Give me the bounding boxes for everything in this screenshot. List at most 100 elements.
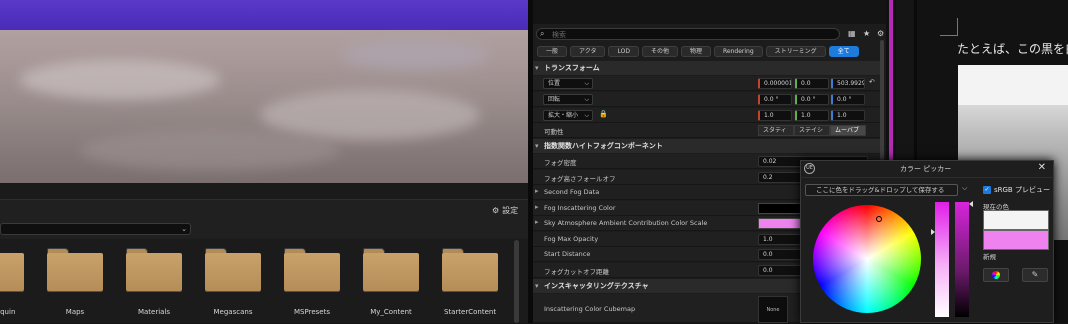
viewport-cloud [340, 40, 490, 70]
browser-scrollbar[interactable] [514, 240, 519, 323]
fog-max-opacity-label: Fog Max Opacity [544, 235, 599, 243]
second-fog-data-label: Second Fog Data [544, 188, 600, 196]
tab-all[interactable]: 全て [828, 46, 859, 57]
location-z-field[interactable]: 503.9929 [831, 78, 865, 89]
color-picker-titlebar[interactable]: UE カラー ピッカー ✕ [800, 160, 1054, 178]
viewport-sky [0, 0, 528, 30]
browser-settings-button[interactable]: ⚙ 設定 [492, 205, 518, 216]
tab-physics[interactable]: 物理 [680, 46, 711, 57]
folder-item[interactable] [442, 248, 498, 292]
document-image-top [958, 65, 1068, 105]
folder-item[interactable] [47, 248, 103, 292]
star-icon[interactable]: ★ [863, 29, 870, 38]
unreal-logo-icon: UE [804, 163, 815, 174]
details-filter-tabs: 一般 アクタ LOD その他 物理 Rendering ストリーミング 全て [537, 46, 859, 57]
tab-lod[interactable]: LOD [608, 46, 639, 57]
table-view-icon[interactable]: ▦ [848, 29, 856, 38]
browser-settings-label: 設定 [502, 206, 519, 215]
chevron-down-icon: ⌵ [584, 112, 589, 119]
start-distance-label: Start Distance [544, 250, 591, 258]
page-corner-mark [940, 18, 958, 36]
color-wheel-toggle-button[interactable] [983, 268, 1009, 282]
folder-label: StarterContent [443, 308, 497, 316]
browser-path-select[interactable]: ⌄ [0, 223, 191, 235]
color-wheel[interactable] [813, 205, 921, 313]
slider-handle-icon[interactable] [969, 201, 973, 207]
scale-y-field[interactable]: 1.0 [795, 110, 829, 121]
srgb-preview-checkbox[interactable]: ✓ sRGB プレビュー [983, 185, 1050, 195]
cubemap-thumbnail[interactable]: None [758, 296, 788, 323]
current-color-swatch [983, 210, 1049, 230]
scale-x-field[interactable]: 1.0 [758, 110, 792, 121]
fog-falloff-label: フォグ高さフォールオフ [544, 175, 616, 183]
level-viewport[interactable] [0, 0, 528, 183]
close-icon[interactable]: ✕ [1038, 162, 1046, 173]
srgb-preview-label: sRGB プレビュー [994, 186, 1050, 194]
chevron-down-icon[interactable]: ⌵ [962, 184, 967, 193]
reset-icon[interactable]: ↶ [869, 78, 875, 86]
tab-general[interactable]: 一般 [537, 46, 568, 57]
folder-label: Mannequin [0, 308, 16, 316]
details-scrollbar[interactable] [880, 40, 884, 160]
folder-item[interactable] [284, 248, 340, 292]
value-slider[interactable] [955, 202, 969, 317]
search-icon: ⌕ [540, 29, 545, 38]
transform-mobility-row: 可動性 スタティ ステイシ ムーバブ [533, 123, 881, 138]
tab-misc[interactable]: その他 [641, 46, 678, 57]
fog-cutoff-label: フォグカットオフ距離 [544, 268, 609, 276]
rotation-y-field[interactable]: 0.0 ° [795, 94, 829, 105]
folder-item[interactable] [363, 248, 419, 292]
section-transform[interactable]: トランスフォーム [533, 61, 881, 75]
folder-label: My_Content [370, 308, 412, 316]
details-header [533, 0, 886, 24]
rotation-z-field[interactable]: 0.0 ° [831, 94, 865, 105]
folder-item[interactable] [205, 248, 261, 292]
gear-icon: ⚙ [492, 206, 500, 215]
fog-inscattering-color-label: Fog Inscattering Color [544, 204, 616, 212]
scale-mode-select[interactable]: 拡大・縮小 ⌵ [543, 110, 593, 121]
folder-label: MSPresets [294, 308, 330, 316]
mobility-static[interactable]: スタティ [758, 125, 794, 136]
mobility-movable[interactable]: ムーバブ [830, 125, 866, 136]
chevron-down-icon: ⌵ [584, 80, 589, 87]
rotation-mode-select[interactable]: 回転 ⌵ [543, 94, 593, 105]
gear-icon[interactable]: ⚙ [877, 29, 884, 38]
tab-actor[interactable]: アクタ [570, 46, 606, 57]
transform-location-row: 位置 ⌵ 0.000001 0.0 503.9929 ↶ [533, 76, 881, 91]
transform-scale-row: 拡大・縮小 ⌵ 🔒 1.0 1.0 1.0 [533, 108, 881, 123]
check-icon: ✓ [983, 186, 991, 194]
viewport-cloud [260, 90, 480, 140]
chevron-down-icon: ⌵ [584, 96, 589, 103]
location-mode-select[interactable]: 位置 ⌵ [543, 78, 593, 89]
folder-item[interactable] [126, 248, 182, 292]
color-drop-area[interactable]: ここに色をドラッグ&ドロップして保存する [805, 184, 958, 196]
mobility-stationary[interactable]: ステイシ [794, 125, 830, 136]
color-picker-title: カラー ピッカー [900, 165, 952, 173]
transform-rotation-row: 回転 ⌵ 0.0 ° 0.0 ° 0.0 ° [533, 92, 881, 107]
inscattering-cubemap-label: Inscattering Color Cubemap [544, 305, 636, 313]
viewport-cloud [20, 60, 220, 100]
new-color-label: 新規 [983, 253, 996, 261]
eyedropper-button[interactable]: ✎ [1022, 268, 1048, 282]
color-wheel-selector[interactable] [876, 216, 882, 222]
folder-label: Megascans [213, 308, 253, 316]
section-exponential-height-fog[interactable]: 指数関数ハイトフォグコンポーネント [533, 139, 881, 153]
slider-handle-icon[interactable] [931, 229, 935, 235]
color-wheel-icon [992, 271, 1000, 279]
folder-label: Maps [65, 308, 85, 316]
chevron-down-icon: ⌄ [181, 225, 187, 233]
folder-item[interactable] [0, 248, 24, 292]
scale-z-field[interactable]: 1.0 [831, 110, 865, 121]
lock-icon[interactable]: 🔒 [599, 110, 608, 118]
location-y-field[interactable]: 0.0 [795, 78, 829, 89]
tab-rendering[interactable]: Rendering [714, 46, 763, 57]
mobility-label: 可動性 [544, 128, 564, 136]
tab-streaming[interactable]: ストリーミング [765, 46, 826, 57]
search-placeholder: 検索 [552, 31, 566, 39]
location-x-field[interactable]: 0.000001 [758, 78, 792, 89]
document-text: たとえば、この黒を白 [957, 42, 1068, 56]
details-search-input[interactable]: ⌕ 検索 [536, 28, 840, 40]
saturation-slider[interactable] [935, 202, 949, 317]
rotation-x-field[interactable]: 0.0 ° [758, 94, 792, 105]
eyedropper-icon: ✎ [1031, 270, 1039, 279]
